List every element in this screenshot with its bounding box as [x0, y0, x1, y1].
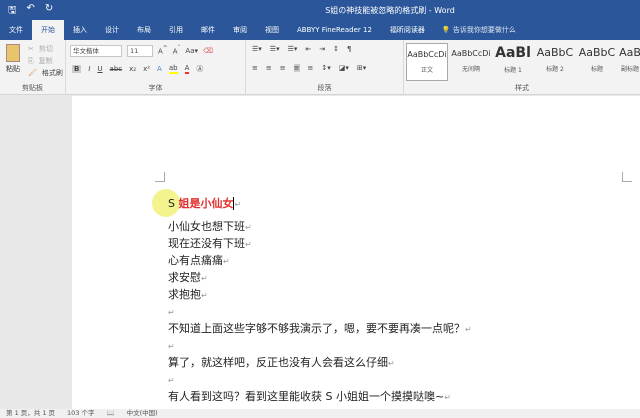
doc-line: 求安慰↵ — [168, 271, 208, 284]
style-subtitle[interactable]: AaB 副标题 — [618, 43, 640, 81]
doc-line: ↵ — [168, 308, 175, 317]
status-bar: 第 1 页，共 1 页 103 个字 📖 中文(中国) — [0, 409, 640, 418]
strikethrough-icon[interactable]: abc — [110, 65, 123, 73]
heading-line: S 姐是小仙女↵ — [168, 197, 242, 210]
shading-icon[interactable]: ◪▾ — [339, 64, 349, 72]
doc-line: 求抱抱↵ — [168, 288, 208, 301]
change-case-icon[interactable]: Aa▾ — [185, 47, 198, 55]
align-right-icon[interactable]: ≡ — [280, 64, 286, 72]
style-normal[interactable]: AaBbCcDi 正文 — [406, 43, 448, 81]
scissors-icon: ✂ — [28, 45, 34, 53]
tab-home[interactable]: 开始 — [32, 20, 64, 40]
font-color-icon[interactable]: A — [184, 64, 190, 74]
title-bar: 🖫 ↶ ↻ S姐の神技能被忽略的格式刷 - Word — [0, 0, 640, 20]
styles-label: 样式 — [515, 84, 529, 92]
paste-label: 粘贴 — [6, 65, 20, 73]
doc-line: 心有点痛痛↵ — [168, 254, 230, 267]
language[interactable]: 中文(中国) — [127, 409, 158, 418]
copy-icon: ⎘ — [28, 56, 34, 65]
align-left-icon[interactable]: ≡ — [252, 64, 258, 72]
tab-mailings[interactable]: 邮件 — [192, 20, 224, 40]
borders-icon[interactable]: ⊞▾ — [357, 64, 366, 72]
ribbon-tabs: 文件 开始 插入 设计 布局 引用 邮件 审阅 视图 ABBYY FineRea… — [0, 20, 640, 40]
font-label: 字体 — [148, 84, 163, 92]
bullets-icon[interactable]: ☰▾ — [252, 45, 262, 53]
page-count[interactable]: 第 1 页，共 1 页 — [6, 409, 55, 418]
align-center-icon[interactable]: ≡ — [266, 64, 272, 72]
clipboard-group: 粘贴 ✂ 剪切 ⎘ 复制 🖌 格式刷 剪贴板 — [0, 40, 66, 95]
style-title[interactable]: AaBbC 标题 — [576, 43, 618, 81]
italic-icon[interactable]: I — [88, 65, 90, 73]
tell-me-text: 告诉我你想要做什么 — [452, 26, 516, 34]
underline-icon[interactable]: U — [97, 65, 102, 73]
tab-insert[interactable]: 插入 — [64, 20, 96, 40]
clipboard-icon — [6, 44, 20, 62]
font-name-select[interactable]: 华文楷体 — [70, 45, 122, 57]
tab-file[interactable]: 文件 — [0, 20, 32, 40]
heading-prefix: S — [168, 197, 179, 210]
document-body[interactable]: S 姐是小仙女↵ 小仙女也想下班↵ 现在还没有下班↵ 心有点痛痛↵ 求安慰↵ 求… — [168, 195, 472, 405]
grow-font-icon[interactable]: A^ — [158, 46, 168, 55]
tab-design[interactable]: 设计 — [96, 20, 128, 40]
style-no-spacing[interactable]: AaBbCcDi 无间隔 — [450, 43, 492, 81]
show-marks-icon[interactable]: ¶ — [347, 45, 351, 53]
multilevel-icon[interactable]: ☰▾ — [288, 45, 298, 53]
clipboard-label: 剪贴板 — [22, 84, 43, 92]
word-count[interactable]: 103 个字 — [67, 409, 94, 418]
copy-button[interactable]: 复制 — [39, 56, 53, 66]
tab-layout[interactable]: 布局 — [128, 20, 160, 40]
subscript-icon[interactable]: x₂ — [129, 65, 136, 73]
paragraph-group: ☰▾ ☰▾ ☰▾ ⇤ ⇥ ↕ ¶ ≡ ≡ ≡ ≡ ≡ ↕▾ ◪▾ ⊞▾ 段落 — [246, 40, 404, 95]
tab-review[interactable]: 审阅 — [224, 20, 256, 40]
char-shading-icon[interactable]: Ⓐ — [196, 64, 203, 74]
style-heading-1[interactable]: AaBl 标题 1 — [492, 43, 534, 81]
styles-group: AaBbCcDi 正文 AaBbCcDi 无间隔 AaBl 标题 1 AaBbC 标题 … — [404, 40, 640, 95]
heading-text: 姐是小仙女 — [178, 197, 234, 210]
tab-abbyy[interactable]: ABBYY FineReader 12 — [288, 20, 381, 40]
sort-icon[interactable]: ↕ — [333, 45, 339, 53]
cut-button[interactable]: 剪切 — [39, 44, 53, 54]
shrink-font-icon[interactable]: Aˇ — [173, 46, 181, 55]
font-group: 华文楷体 11 A^ Aˇ Aa▾ ⌫ B I U abc x₂ x² A ab… — [66, 40, 246, 95]
paragraph-label: 段落 — [317, 84, 332, 92]
paste-button[interactable]: 粘贴 — [4, 44, 22, 74]
brush-icon: 🖌 — [28, 69, 37, 77]
font-size-select[interactable]: 11 — [127, 45, 153, 57]
tab-foxit[interactable]: 福昕阅读器 — [381, 20, 434, 40]
style-heading-2[interactable]: AaBbC 标题 2 — [534, 43, 576, 81]
tell-me-box[interactable]: 💡 告诉我你想要做什么 — [442, 25, 516, 35]
doc-line: 有人看到这吗？看到这里能收获 S 小姐姐一个摸摸哒噢~↵ — [168, 390, 451, 403]
doc-line: ↵ — [168, 342, 175, 351]
doc-line: 现在还没有下班↵ — [168, 237, 252, 250]
tab-view[interactable]: 视图 — [256, 20, 288, 40]
tab-references[interactable]: 引用 — [160, 20, 192, 40]
doc-line: 算了，就这样吧，反正也没有人会看这么仔细↵ — [168, 356, 395, 369]
increase-indent-icon[interactable]: ⇥ — [319, 45, 325, 53]
doc-line: ↵ — [168, 376, 175, 385]
doc-line: 小仙女也想下班↵ — [168, 220, 252, 233]
margin-corner-left — [155, 172, 165, 182]
clear-format-icon[interactable]: ⌫ — [203, 47, 213, 55]
window-title: S姐の神技能被忽略的格式刷 - Word — [325, 6, 455, 15]
text-effects-icon[interactable]: A — [157, 65, 162, 73]
distributed-icon[interactable]: ≡ — [308, 64, 314, 72]
decrease-indent-icon[interactable]: ⇤ — [305, 45, 311, 53]
doc-line: 不知道上面这些字够不够我演示了，嗯，要不要再凑一点呢？↵ — [168, 322, 472, 335]
highlight-icon[interactable]: ab — [168, 64, 178, 74]
ribbon: 粘贴 ✂ 剪切 ⎘ 复制 🖌 格式刷 剪贴板 华文楷体 11 A^ Aˇ Aa▾ ⌫ … — [0, 40, 640, 95]
superscript-icon[interactable]: x² — [143, 65, 150, 73]
proofing-icon[interactable]: 📖 — [107, 409, 115, 418]
line-spacing-icon[interactable]: ↕▾ — [321, 64, 330, 72]
format-painter-button[interactable]: 格式刷 — [42, 68, 63, 78]
bold-icon[interactable]: B — [72, 65, 82, 73]
numbering-icon[interactable]: ☰▾ — [270, 45, 280, 53]
lightbulb-icon: 💡 — [441, 26, 451, 34]
justify-icon[interactable]: ≡ — [293, 64, 300, 72]
margin-corner-right — [622, 172, 632, 182]
